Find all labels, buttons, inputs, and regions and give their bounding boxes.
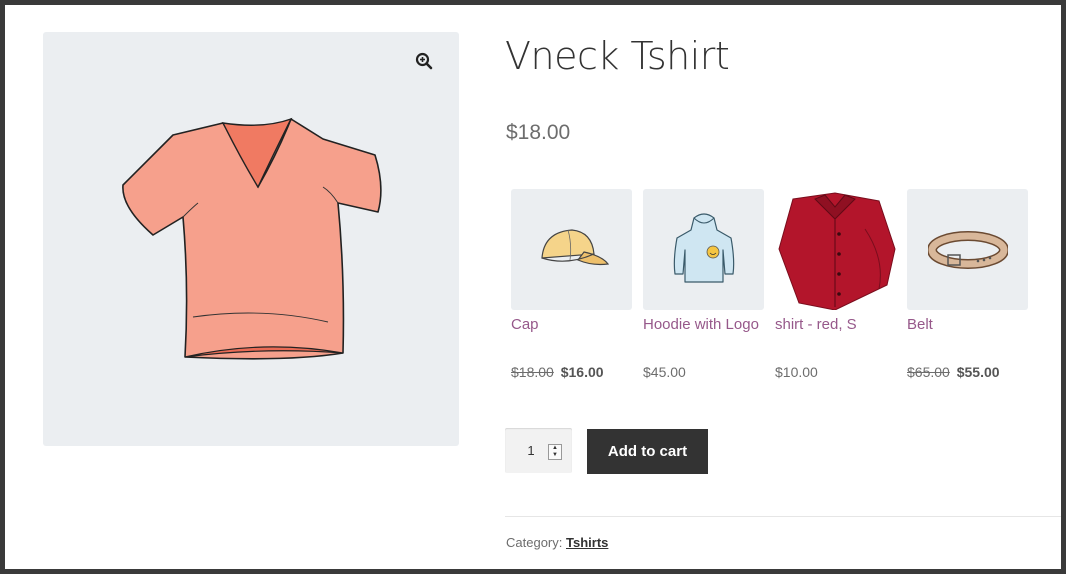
category-link[interactable]: Tshirts: [566, 535, 608, 550]
related-card-hoodie[interactable]: Hoodie with Logo $45.00: [643, 189, 764, 380]
related-card-belt[interactable]: Belt $65.00 $55.00: [907, 189, 1028, 380]
related-price-cap: $18.00 $16.00: [511, 364, 604, 380]
sale-price: $55.00: [956, 364, 1000, 380]
related-price-shirt: $10.00: [775, 364, 818, 380]
price: $10.00: [775, 364, 818, 380]
old-price: $65.00: [907, 364, 950, 380]
related-card-shirt[interactable]: shirt - red, S $10.00: [775, 189, 896, 380]
product-gallery: [43, 32, 459, 446]
quantity-stepper[interactable]: 1 ▲ ▼: [505, 428, 572, 473]
related-name-belt[interactable]: Belt: [907, 316, 1028, 333]
price: $45.00: [643, 364, 686, 380]
vneck-tshirt-image[interactable]: [113, 107, 403, 377]
red-shirt-image[interactable]: [775, 189, 896, 310]
related-price-belt: $65.00 $55.00: [907, 364, 1000, 380]
related-card-cap[interactable]: Cap $18.00 $16.00: [511, 189, 632, 380]
related-name-shirt[interactable]: shirt - red, S: [775, 316, 896, 333]
add-to-cart-button[interactable]: Add to cart: [587, 429, 708, 474]
product-price: $18.00: [506, 121, 571, 144]
product-title: Vneck Tshirt: [505, 34, 730, 78]
related-price-hoodie: $45.00: [643, 364, 686, 380]
related-name-hoodie[interactable]: Hoodie with Logo: [643, 316, 764, 333]
hoodie-image[interactable]: [643, 189, 764, 310]
zoom-button[interactable]: [408, 45, 440, 77]
product-category: Category: Tshirts: [506, 535, 608, 550]
quantity-spin-icon[interactable]: ▲ ▼: [548, 444, 562, 460]
cap-image[interactable]: [511, 189, 632, 310]
divider: [505, 516, 1061, 517]
sale-price: $16.00: [560, 364, 604, 380]
related-name-cap[interactable]: Cap: [511, 316, 632, 333]
zoom-icon: [415, 52, 433, 70]
belt-image[interactable]: [907, 189, 1028, 310]
page-frame: Vneck Tshirt $18.00 Cap $18.00 $16.00 Ho…: [5, 5, 1061, 569]
old-price: $18.00: [511, 364, 554, 380]
category-label: Category:: [506, 535, 563, 550]
